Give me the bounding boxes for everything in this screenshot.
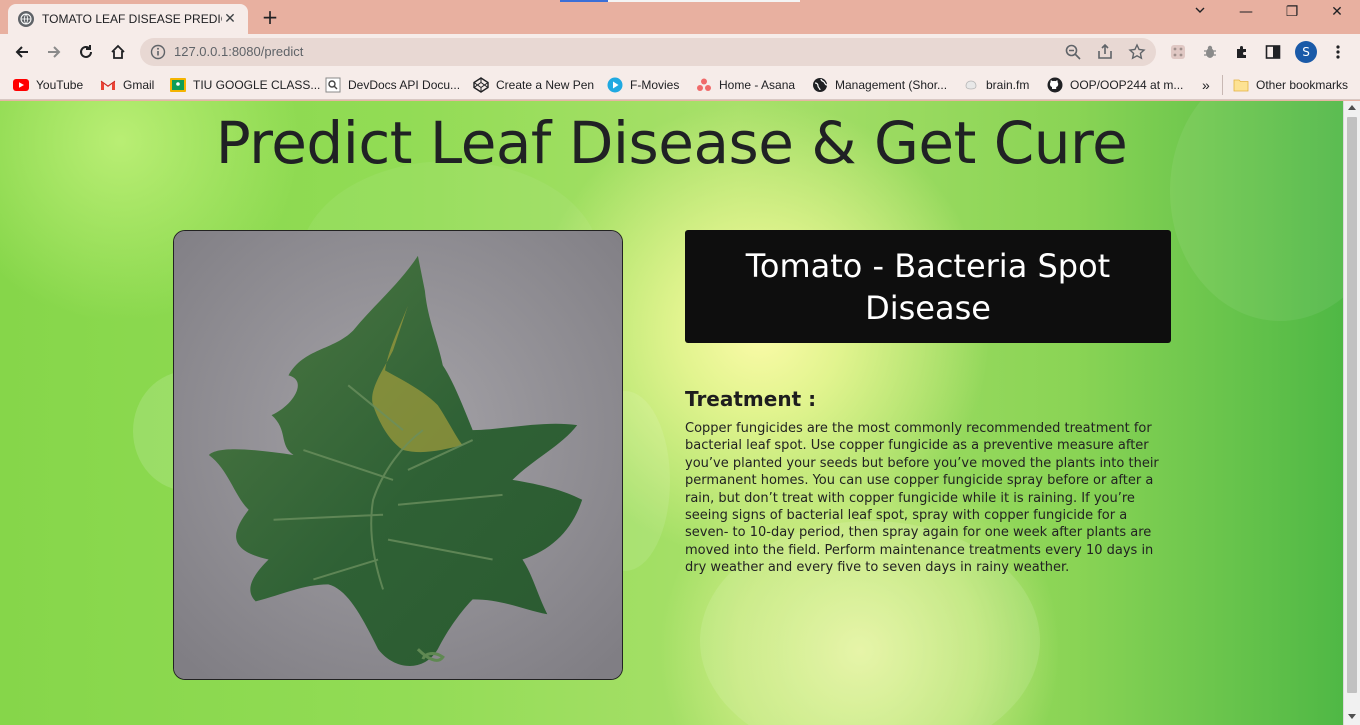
bookmark-codepen[interactable]: Create a New Pen	[473, 76, 594, 94]
globe-icon	[18, 11, 34, 27]
bookmarks-overflow-button[interactable]: »	[1202, 76, 1210, 94]
tab-close-icon[interactable]: ✕	[222, 11, 238, 27]
bookmark-github-oop[interactable]: OOP/OOP244 at m...	[1047, 76, 1183, 94]
forward-arrow-icon[interactable]	[42, 40, 66, 64]
codepen-icon	[473, 77, 489, 93]
treatment-heading: Treatment :	[685, 387, 817, 411]
scroll-up-arrow-icon[interactable]	[1348, 105, 1356, 110]
page-scrollbar[interactable]	[1343, 101, 1360, 725]
bug-extension-icon[interactable]	[1200, 42, 1220, 62]
bookmarks-separator	[1222, 75, 1223, 95]
bookmark-label: Management (Shor...	[835, 78, 948, 92]
scrollbar-thumb[interactable]	[1347, 117, 1357, 693]
bookmark-label: Home - Asana	[719, 78, 796, 92]
bookmark-devdocs[interactable]: DevDocs API Docu...	[325, 76, 460, 94]
gmail-icon	[100, 77, 116, 93]
extension-grid-icon[interactable]	[1168, 42, 1188, 62]
bookmark-brainfm[interactable]: brain.fm	[963, 76, 1029, 94]
restore-button[interactable]: ❐	[1278, 4, 1306, 26]
site-info-icon[interactable]	[150, 44, 166, 60]
tab-search-icon[interactable]	[1186, 4, 1214, 26]
folder-icon	[1233, 77, 1249, 93]
asana-icon	[696, 77, 712, 93]
prediction-result-text: Tomato - Bacteria Spot Disease	[745, 246, 1111, 327]
prediction-result-box: Tomato - Bacteria Spot Disease	[685, 230, 1171, 343]
bookmark-youtube[interactable]: YouTube	[13, 76, 83, 94]
bookmark-label: OOP/OOP244 at m...	[1070, 78, 1184, 92]
other-bookmarks-label: Other bookmarks	[1256, 78, 1349, 92]
bookmark-management[interactable]: Management (Shor...	[812, 76, 947, 94]
bookmark-label: TIU GOOGLE CLASS...	[193, 78, 321, 92]
reload-icon[interactable]	[74, 40, 98, 64]
brainfm-icon	[963, 77, 979, 93]
tab-strip: TOMATO LEAF DISEASE PREDICTION ✕ + — ❐ ✕	[0, 0, 1360, 34]
tab-title: TOMATO LEAF DISEASE PREDICTION	[42, 12, 222, 26]
bookmark-label: YouTube	[36, 78, 84, 92]
scroll-down-arrow-icon[interactable]	[1348, 714, 1356, 719]
back-arrow-icon[interactable]	[10, 40, 34, 64]
youtube-icon	[13, 77, 29, 93]
github-icon	[1047, 77, 1063, 93]
uploaded-leaf-image	[173, 230, 623, 680]
side-panel-icon[interactable]	[1263, 42, 1283, 62]
minimize-button[interactable]: —	[1232, 4, 1260, 26]
kebab-menu-icon[interactable]	[1328, 42, 1348, 62]
active-tab[interactable]: TOMATO LEAF DISEASE PREDICTION ✕	[8, 4, 248, 34]
bookmark-label: Gmail	[123, 78, 155, 92]
page-content: Predict Leaf Disease & Get Cure Tomato -…	[0, 101, 1343, 725]
zoom-icon[interactable]	[1064, 43, 1082, 61]
share-icon[interactable]	[1096, 43, 1114, 61]
new-tab-button[interactable]: +	[258, 6, 282, 30]
extensions-puzzle-icon[interactable]	[1232, 42, 1252, 62]
play-icon	[607, 77, 623, 93]
devdocs-icon	[325, 77, 341, 93]
close-window-button[interactable]: ✕	[1323, 4, 1351, 26]
bookmark-label: F-Movies	[630, 78, 680, 92]
other-bookmarks-folder[interactable]: Other bookmarks	[1233, 76, 1348, 94]
globe-icon	[812, 77, 828, 93]
browser-toolbar: 127.0.0.1:8080/predict	[0, 34, 1360, 70]
bookmark-asana[interactable]: Home - Asana	[696, 76, 795, 94]
bookmark-label: brain.fm	[986, 78, 1030, 92]
address-bar[interactable]: 127.0.0.1:8080/predict	[140, 38, 1156, 66]
bookmark-gmail[interactable]: Gmail	[100, 76, 154, 94]
bookmarks-bar: YouTube Gmail TIU GOOGLE CLASS... DevDoc…	[0, 70, 1360, 100]
tab-strip-accent	[560, 0, 608, 2]
google-classroom-icon	[170, 77, 186, 93]
treatment-description: Copper fungicides are the most commonly …	[685, 421, 1159, 576]
bookmark-label: Create a New Pen	[496, 78, 595, 92]
profile-avatar[interactable]: S	[1295, 41, 1317, 63]
bookmark-star-icon[interactable]	[1128, 43, 1146, 61]
url-text: 127.0.0.1:8080/predict	[174, 44, 304, 59]
bookmark-tiu-classroom[interactable]: TIU GOOGLE CLASS...	[170, 76, 320, 94]
tab-strip-accent-light	[608, 0, 800, 2]
page-title: Predict Leaf Disease & Get Cure	[215, 109, 1128, 177]
bookmark-label: DevDocs API Docu...	[348, 78, 461, 92]
bookmark-fmovies[interactable]: F-Movies	[607, 76, 679, 94]
home-icon[interactable]	[106, 40, 130, 64]
